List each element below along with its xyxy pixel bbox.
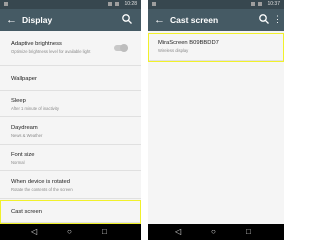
back-arrow-icon[interactable]: ← <box>154 13 165 27</box>
back-arrow-icon[interactable]: ← <box>6 13 17 27</box>
nav-back-icon[interactable]: ◁ <box>175 228 181 236</box>
search-icon[interactable] <box>121 13 133 25</box>
list-item-wallpaper[interactable]: Wallpaper <box>0 66 141 91</box>
list-item-font-size[interactable]: Font size Normal <box>0 145 141 171</box>
nav-home-icon[interactable]: ○ <box>67 228 72 236</box>
nav-home-icon[interactable]: ○ <box>211 228 216 236</box>
list-item-cast-device[interactable]: MiraScreen B09BBDD7 Wireless display <box>148 33 284 62</box>
list-item-adaptive-brightness[interactable]: Adaptive brightness Optimize brightness … <box>0 31 141 66</box>
nav-back-icon[interactable]: ◁ <box>31 228 37 236</box>
device-type: Wireless display <box>158 48 189 53</box>
action-bar: ← Display <box>0 9 141 31</box>
status-icons-right: 10:37 <box>250 0 280 9</box>
status-bar: 10:28 <box>0 0 141 9</box>
item-title: Sleep <box>11 98 26 104</box>
page-title: Cast screen <box>170 15 219 25</box>
status-time: 10:37 <box>267 1 280 7</box>
adaptive-brightness-toggle[interactable] <box>114 44 128 52</box>
item-title: Wallpaper <box>11 76 37 82</box>
page-title: Display <box>22 15 53 25</box>
list-item-rotation[interactable]: When device is rotated Rotate the conten… <box>0 171 141 199</box>
status-icons-left <box>4 0 10 9</box>
list-item-sleep[interactable]: Sleep After 1 minute of inactivity <box>0 91 141 117</box>
toggle-knob <box>120 44 128 52</box>
notification-icon <box>152 1 156 6</box>
cast-device-list: MiraScreen B09BBDD7 Wireless display <box>148 33 284 62</box>
battery-icon <box>115 1 120 6</box>
nav-recents-icon[interactable]: □ <box>102 228 107 236</box>
device-name: MiraScreen B09BBDD7 <box>158 40 219 46</box>
item-title: When device is rotated <box>11 179 70 185</box>
display-settings-screen: 10:28 ← Display Adaptive brightness Opti… <box>0 0 141 240</box>
item-subtitle: Rotate the contents of the screen <box>11 187 73 192</box>
search-icon[interactable] <box>258 13 270 25</box>
notification-icon <box>4 1 8 6</box>
signal-icon <box>107 1 112 6</box>
item-subtitle: Normal <box>11 160 25 165</box>
list-item-daydream[interactable]: Daydream News & Weather <box>0 117 141 145</box>
battery-icon <box>258 1 263 6</box>
cast-screen-screen: 10:37 ← Cast screen ⋮ MiraScreen B09BBDD… <box>148 0 284 240</box>
item-subtitle: News & Weather <box>11 133 43 138</box>
navigation-bar: ◁ ○ □ <box>0 224 141 240</box>
signal-icon <box>250 1 255 6</box>
item-title: Font size <box>11 152 35 158</box>
nav-recents-icon[interactable]: □ <box>246 228 251 236</box>
status-bar: 10:37 <box>148 0 284 9</box>
settings-list: Adaptive brightness Optimize brightness … <box>0 31 141 224</box>
item-subtitle: After 1 minute of inactivity <box>11 106 59 111</box>
item-title: Cast screen <box>11 209 42 215</box>
action-bar: ← Cast screen ⋮ <box>148 9 284 31</box>
navigation-bar: ◁ ○ □ <box>148 224 284 240</box>
status-icons-right: 10:28 <box>107 0 137 9</box>
list-item-cast-screen[interactable]: Cast screen <box>0 200 141 224</box>
item-title: Daydream <box>11 125 38 131</box>
status-time: 10:28 <box>124 1 137 7</box>
status-icons-left <box>152 0 158 9</box>
item-subtitle: Optimize brightness level for available … <box>11 49 91 54</box>
overflow-menu-icon[interactable]: ⋮ <box>273 13 282 25</box>
